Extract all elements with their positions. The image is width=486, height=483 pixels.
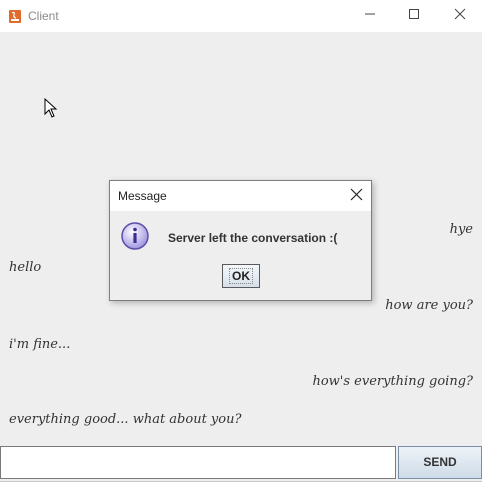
close-button[interactable] [448,6,472,26]
chat-message: how are you? [385,298,473,313]
info-icon [121,222,149,250]
chat-message: hello [9,260,42,275]
message-dialog: Message Server left the conversation :( … [109,180,372,301]
chat-message: everything good... what about you? [9,412,242,427]
chat-message: how's everything going? [312,374,473,389]
java-app-icon [9,10,21,23]
dialog-title: Message [118,189,167,203]
window-edge [482,0,486,483]
dialog-message: Server left the conversation :( [168,231,338,245]
ok-button-label: OK [229,268,253,284]
close-icon [454,8,466,20]
maximize-icon [409,9,419,19]
close-icon [350,188,362,201]
message-input[interactable] [0,446,396,479]
input-row: SEND [0,446,482,481]
mouse-cursor-icon [44,98,58,118]
window-title: Client [28,9,59,23]
chat-message: i'm fine... [9,337,71,352]
send-button[interactable]: SEND [398,446,482,479]
minimize-button[interactable] [358,6,382,26]
title-bar[interactable]: Client [0,0,482,32]
ok-button[interactable]: OK [222,264,260,288]
minimize-icon [365,13,375,15]
chat-message: hye [449,222,473,237]
maximize-button[interactable] [402,6,426,26]
dialog-close-button[interactable] [346,186,366,206]
dialog-title-bar[interactable]: Message [110,181,371,211]
